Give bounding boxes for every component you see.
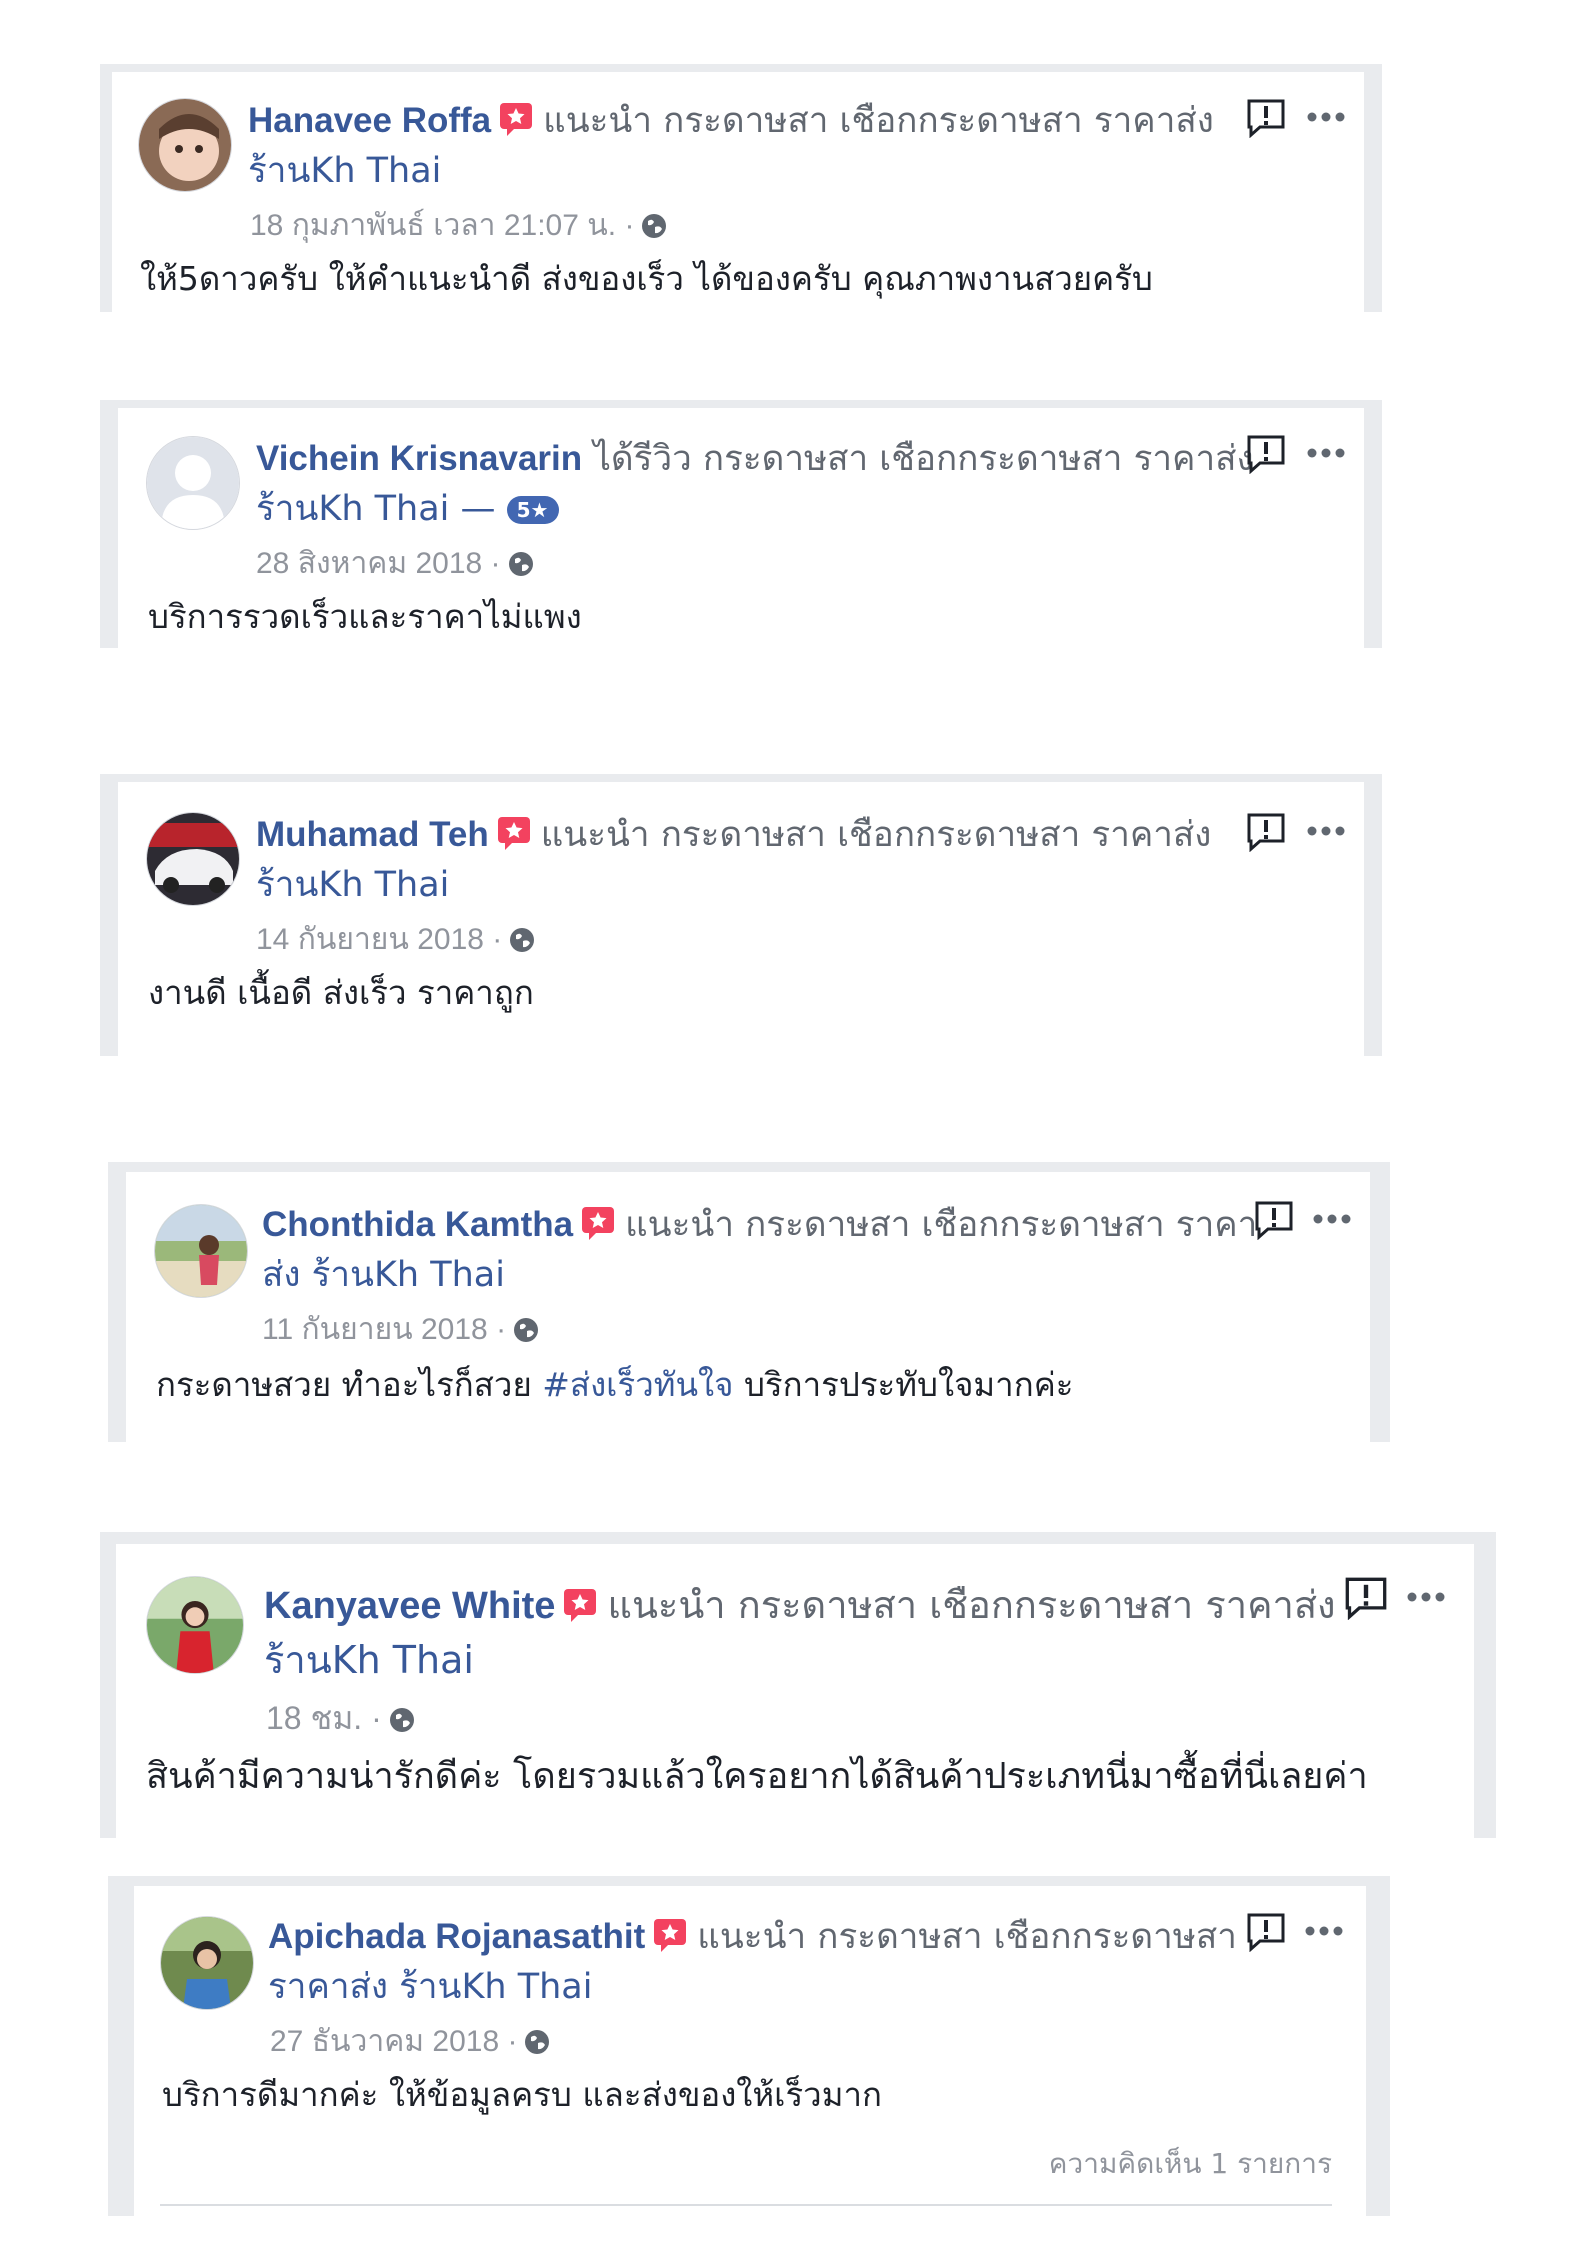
review-card: Muhamad Teh แนะนำ กระดาษสา เชือกกระดาษสา … [118,782,1364,1056]
review-action: แนะนำ กระดาษสา เชือกกระดาษสา ราคาส่ง [607,1583,1336,1627]
review-header: Kanyavee White แนะนำ กระดาษสา เชือกกระดาษ… [264,1578,1344,1687]
review-date: 27 ธันวาคม 2018 · [270,2022,551,2062]
reviewer-name[interactable]: Hanavee Roffa [248,101,491,140]
review-card: Chonthida Kamtha แนะนำ กระดาษสา เชือกกระด… [126,1172,1370,1442]
globe-icon [523,2028,551,2056]
review-card: Vichein Krisnavarin ได้รีวิว กระดาษสา เช… [118,408,1364,648]
more-options-icon[interactable] [1304,1924,1344,1938]
review-date: 18 กุมภาพันธ์ เวลา 21:07 น. · [250,206,668,246]
review-header: Apichada Rojanasathit แนะนำ กระดาษสา เชือ… [268,1912,1268,2012]
recommend-star-icon [653,1918,687,1952]
avatar[interactable] [160,1916,254,2010]
timestamp[interactable]: 11 กันยายน 2018 · [262,1313,506,1346]
review-action: แนะนำ กระดาษสา เชือกกระดาษสา ราคาส่ง [543,101,1214,141]
report-icon[interactable] [1246,812,1286,852]
reviewer-name[interactable]: Muhamad Teh [256,815,489,854]
page-link[interactable]: ร้านKh Thai [264,1638,474,1682]
globe-icon [640,212,668,240]
reviewer-name[interactable]: Chonthida Kamtha [262,1205,573,1244]
rating-badge: 5★ [506,496,559,524]
timestamp[interactable]: 18 ชม. · [266,1700,382,1736]
review-card: Apichada Rojanasathit แนะนำ กระดาษสา เชือ… [134,1886,1366,2216]
review-action: แนะนำ กระดาษสา เชือกกระดาษสา ราคาส่ง [540,815,1212,855]
recommend-star-icon [581,1206,615,1240]
globe-icon [512,1316,540,1344]
more-options-icon[interactable] [1306,446,1346,460]
review-action: ได้รีวิว กระดาษสา เชือกกระดาษสา ราคาส่ง [593,439,1254,479]
reviewer-name[interactable]: Kanyavee White [264,1585,555,1627]
report-icon[interactable] [1246,434,1286,474]
page-link[interactable]: ร้านKh Thai [256,865,449,905]
avatar[interactable] [146,812,240,906]
review-date: 18 ชม. · [266,1696,416,1740]
timestamp[interactable]: 28 สิงหาคม 2018 · [256,547,501,580]
page-link[interactable]: ร้านKh Thai [248,151,441,191]
page-link[interactable]: ร้านKh Thai — [256,489,496,529]
review-card: Kanyavee White แนะนำ กระดาษสา เชือกกระดาษ… [116,1544,1474,1838]
review-text-start: กระดาษสวย ทำอะไรก็สวย [156,1365,543,1404]
review-text: สินค้ามีความน่ารักดีค่ะ โดยรวมแล้วใครอยา… [146,1756,1368,1797]
report-icon[interactable] [1254,1200,1294,1240]
review-date: 11 กันยายน 2018 · [262,1310,540,1350]
globe-icon [508,926,536,954]
avatar[interactable] [138,98,232,192]
divider [160,2204,1332,2206]
review-text: กระดาษสวย ทำอะไรก็สวย #ส่งเร็วทันใจ บริก… [156,1362,1074,1408]
comments-count[interactable]: ความคิดเห็น 1 รายการ [1049,2144,1332,2184]
recommend-star-icon [563,1588,597,1622]
review-action: แนะนำ กระดาษสา เชือกกระดาษสา [697,1917,1237,1957]
more-options-icon[interactable] [1406,1590,1446,1604]
review-header: Chonthida Kamtha แนะนำ กระดาษสา เชือกกระด… [262,1200,1262,1300]
report-icon[interactable] [1246,1912,1286,1952]
recommend-star-icon [499,102,533,136]
reviewer-name[interactable]: Vichein Krisnavarin [256,439,582,478]
review-text: ให้5ดาวครับ ให้คำแนะนำดี ส่งของเร็ว ได้ข… [140,259,1153,298]
report-icon[interactable] [1246,98,1286,138]
review-header: Vichein Krisnavarin ได้รีวิว กระดาษสา เช… [256,434,1256,534]
more-options-icon[interactable] [1312,1212,1352,1226]
avatar[interactable] [146,1576,244,1674]
review-card: Hanavee Roffa แนะนำ กระดาษสา เชือกกระดาษส… [112,72,1364,312]
more-options-icon[interactable] [1306,824,1346,838]
timestamp[interactable]: 27 ธันวาคม 2018 · [270,2025,517,2058]
review-date: 28 สิงหาคม 2018 · [256,544,535,584]
review-text: บริการรวดเร็วและราคาไม่แพง [148,597,582,636]
review-header: Hanavee Roffa แนะนำ กระดาษสา เชือกกระดาษส… [248,96,1248,196]
review-text: งานดี เนื้อดี ส่งเร็ว ราคาถูก [148,973,534,1012]
reviewer-name[interactable]: Apichada Rojanasathit [268,1917,645,1956]
recommend-star-icon [497,816,531,850]
page-link[interactable]: ส่ง ร้านKh Thai [262,1255,505,1295]
timestamp[interactable]: 18 กุมภาพันธ์ เวลา 21:07 น. · [250,209,634,242]
globe-icon [388,1706,416,1734]
more-options-icon[interactable] [1306,110,1346,124]
review-text: บริการดีมากค่ะ ให้ข้อมูลครบ และส่งของให้… [162,2075,882,2114]
review-header: Muhamad Teh แนะนำ กระดาษสา เชือกกระดาษสา … [256,810,1256,910]
page-link[interactable]: ราคาส่ง ร้านKh Thai [268,1967,592,2007]
hashtag-link[interactable]: #ส่งเร็วทันใจ [542,1365,733,1404]
review-date: 14 กันยายน 2018 · [256,920,536,960]
timestamp[interactable]: 14 กันยายน 2018 · [256,923,502,956]
report-icon[interactable] [1344,1576,1388,1620]
review-action: แนะนำ กระดาษสา เชือกกระดาษสา ราคา [625,1205,1258,1245]
review-text-end: บริการประทับใจมากค่ะ [733,1365,1074,1404]
globe-icon [507,550,535,578]
avatar[interactable] [146,436,240,530]
avatar[interactable] [154,1204,248,1298]
